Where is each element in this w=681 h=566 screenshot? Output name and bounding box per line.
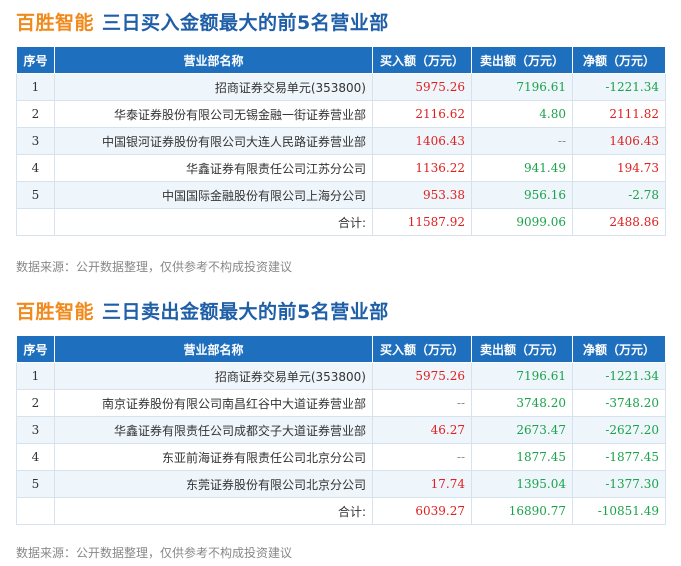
net-amount: -3748.20: [572, 389, 666, 417]
buy-amount: --: [372, 443, 472, 471]
sell-amount: 7196.61: [471, 362, 573, 390]
row-index: 1: [16, 362, 55, 390]
header-row: 序号 营业部名称 买入额（万元） 卖出额（万元） 净额（万元）: [16, 335, 666, 363]
branch-name: 中国国际金融股份有限公司上海分公司: [54, 181, 373, 209]
row-index: 5: [16, 181, 55, 209]
total-index-cell: [16, 208, 55, 236]
buy-amount: --: [372, 389, 472, 417]
buy-amount: 2116.62: [372, 100, 472, 128]
total-sell: 9099.06: [471, 208, 573, 236]
sell-table: 序号 营业部名称 买入额（万元） 卖出额（万元） 净额（万元） 1 招商证券交易单…: [16, 335, 666, 525]
buy-table: 序号 营业部名称 买入额（万元） 卖出额（万元） 净额（万元） 1 招商证券交易单…: [16, 46, 666, 236]
buy-amount: 5975.26: [372, 362, 472, 390]
row-index: 2: [16, 100, 55, 128]
branch-name: 华鑫证券有限责任公司江苏分公司: [54, 154, 373, 182]
table-row: 3 中国银河证券股份有限公司大连人民路证券营业部 1406.43 -- 1406.43: [16, 127, 666, 155]
buy-amount: 1406.43: [372, 127, 472, 155]
col-header-net: 净额（万元）: [572, 46, 666, 74]
row-index: 2: [16, 389, 55, 417]
stock-name: 百胜智能: [16, 12, 95, 34]
total-buy: 11587.92: [372, 208, 472, 236]
sell-amount: 7196.61: [471, 73, 573, 101]
total-row: 合计: 11587.92 9099.06 2488.86: [16, 208, 666, 236]
sell-amount: 1395.04: [471, 470, 573, 498]
net-amount: 194.73: [572, 154, 666, 182]
net-amount: 2111.82: [572, 100, 666, 128]
row-index: 5: [16, 470, 55, 498]
table-row: 4 东亚前海证券有限责任公司北京分公司 -- 1877.45 -1877.45: [16, 443, 666, 471]
stock-name: 百胜智能: [16, 301, 95, 323]
table-row: 1 招商证券交易单元(353800) 5975.26 7196.61 -1221.34: [16, 73, 666, 101]
buy-amount: 5975.26: [372, 73, 472, 101]
table-row: 3 华鑫证券有限责任公司成都交子大道证券营业部 46.27 2673.47 -2627.…: [16, 416, 666, 444]
col-header-index: 序号: [16, 335, 55, 363]
branch-name: 招商证券交易单元(353800): [54, 362, 373, 390]
net-amount: -2.78: [572, 181, 666, 209]
total-label: 合计:: [54, 497, 373, 525]
table-row: 1 招商证券交易单元(353800) 5975.26 7196.61 -1221.34: [16, 362, 666, 390]
net-amount: 1406.43: [572, 127, 666, 155]
total-row: 合计: 6039.27 16890.77 -10851.49: [16, 497, 666, 525]
section-subtitle: 三日卖出金额最大的前5名营业部: [102, 301, 389, 323]
table-row: 4 华鑫证券有限责任公司江苏分公司 1136.22 941.49 194.73: [16, 154, 666, 182]
col-header-name: 营业部名称: [54, 335, 373, 363]
row-index: 4: [16, 154, 55, 182]
branch-name: 南京证券股份有限公司南昌红谷中大道证券营业部: [54, 389, 373, 417]
total-label: 合计:: [54, 208, 373, 236]
sell-amount: 941.49: [471, 154, 573, 182]
col-header-index: 序号: [16, 46, 55, 74]
section-subtitle: 三日买入金额最大的前5名营业部: [102, 12, 389, 34]
source-note: 数据来源：公开数据整理，仅供参考不构成投资建议: [16, 546, 293, 560]
branch-name: 华泰证券股份有限公司无锡金融一街证券营业部: [54, 100, 373, 128]
sell-amount: 956.16: [471, 181, 573, 209]
net-amount: -2627.20: [572, 416, 666, 444]
net-amount: -1221.34: [572, 362, 666, 390]
total-sell: 16890.77: [471, 497, 573, 525]
row-index: 1: [16, 73, 55, 101]
row-index: 4: [16, 443, 55, 471]
source-note: 数据来源：公开数据整理，仅供参考不构成投资建议: [16, 260, 293, 274]
table-row: 2 南京证券股份有限公司南昌红谷中大道证券营业部 -- 3748.20 -3748.20: [16, 389, 666, 417]
buy-amount: 46.27: [372, 416, 472, 444]
sell-amount: 1877.45: [471, 443, 573, 471]
branch-name: 华鑫证券有限责任公司成都交子大道证券营业部: [54, 416, 373, 444]
section-title: 百胜智能 三日买入金额最大的前5名营业部: [16, 9, 389, 37]
total-net: 2488.86: [572, 208, 666, 236]
buy-amount: 1136.22: [372, 154, 472, 182]
col-header-net: 净额（万元）: [572, 335, 666, 363]
table-row: 5 东莞证券股份有限公司北京分公司 17.74 1395.04 -1377.30: [16, 470, 666, 498]
sell-amount: 3748.20: [471, 389, 573, 417]
net-amount: -1221.34: [572, 73, 666, 101]
sell-amount: 4.80: [471, 100, 573, 128]
branch-name: 东莞证券股份有限公司北京分公司: [54, 470, 373, 498]
net-amount: -1877.45: [572, 443, 666, 471]
sell-amount: 2673.47: [471, 416, 573, 444]
col-header-name: 营业部名称: [54, 46, 373, 74]
col-header-sell: 卖出额（万元）: [471, 46, 573, 74]
col-header-sell: 卖出额（万元）: [471, 335, 573, 363]
section-title: 百胜智能 三日卖出金额最大的前5名营业部: [16, 298, 389, 326]
buy-amount: 17.74: [372, 470, 472, 498]
total-index-cell: [16, 497, 55, 525]
col-header-buy: 买入额（万元）: [372, 335, 472, 363]
col-header-buy: 买入额（万元）: [372, 46, 472, 74]
total-buy: 6039.27: [372, 497, 472, 525]
branch-name: 东亚前海证券有限责任公司北京分公司: [54, 443, 373, 471]
buy-amount: 953.38: [372, 181, 472, 209]
row-index: 3: [16, 127, 55, 155]
branch-name: 中国银河证券股份有限公司大连人民路证券营业部: [54, 127, 373, 155]
sell-amount: --: [471, 127, 573, 155]
table-row: 2 华泰证券股份有限公司无锡金融一街证券营业部 2116.62 4.80 2111.82: [16, 100, 666, 128]
row-index: 3: [16, 416, 55, 444]
branch-name: 招商证券交易单元(353800): [54, 73, 373, 101]
total-net: -10851.49: [572, 497, 666, 525]
header-row: 序号 营业部名称 买入额（万元） 卖出额（万元） 净额（万元）: [16, 46, 666, 74]
net-amount: -1377.30: [572, 470, 666, 498]
table-row: 5 中国国际金融股份有限公司上海分公司 953.38 956.16 -2.78: [16, 181, 666, 209]
